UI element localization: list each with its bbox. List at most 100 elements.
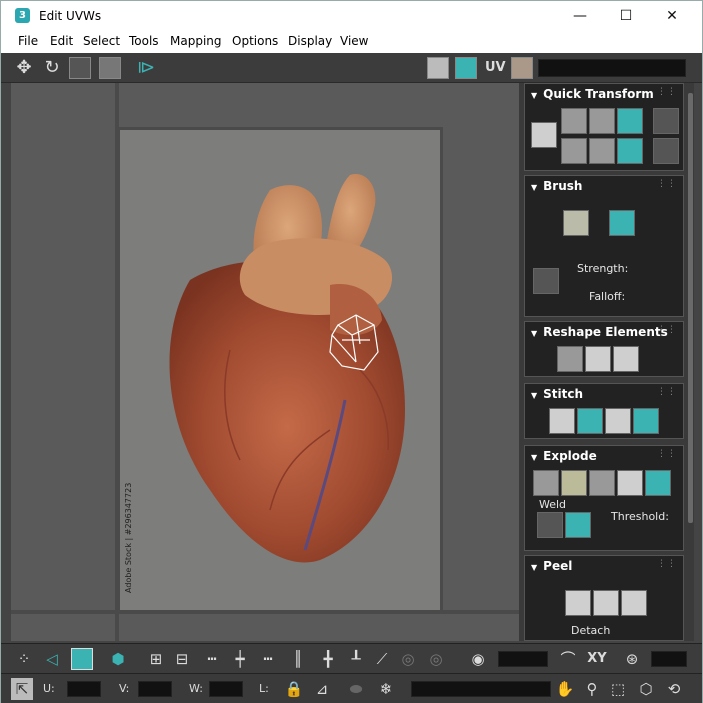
paint-move-icon[interactable] bbox=[563, 210, 589, 236]
menu-edit[interactable]: Edit bbox=[50, 34, 73, 48]
peel-reset-icon[interactable] bbox=[621, 590, 647, 616]
lock-icon[interactable]: 🔒 bbox=[283, 678, 305, 700]
align-center-icon[interactable] bbox=[589, 138, 615, 164]
absolute-offset-icon[interactable]: ⇱ bbox=[11, 678, 33, 700]
scrollbar-thumb[interactable] bbox=[688, 93, 693, 523]
edge-mode-icon[interactable]: ◁ bbox=[41, 648, 63, 670]
menu-display[interactable]: Display bbox=[288, 34, 332, 48]
straighten-icon[interactable] bbox=[557, 346, 583, 372]
ring-icon[interactable]: ║ bbox=[287, 648, 309, 670]
pan-icon[interactable]: ✋ bbox=[554, 678, 576, 700]
zoom-icon[interactable]: ⚲ bbox=[581, 678, 603, 700]
snap-icon[interactable]: ⟲ bbox=[663, 678, 685, 700]
hide-icon[interactable]: ⬬ bbox=[345, 678, 367, 700]
grow-selection-icon[interactable]: ⊞ bbox=[145, 648, 167, 670]
panel-scrollbar[interactable] bbox=[687, 83, 694, 641]
uv-viewport[interactable]: Adobe Stock | #296347723 bbox=[11, 83, 519, 641]
maximize-button[interactable]: ☐ bbox=[603, 1, 649, 31]
sync-icon[interactable]: ⊛ bbox=[621, 648, 643, 670]
flatten-icon[interactable] bbox=[613, 346, 639, 372]
menu-file[interactable]: File bbox=[18, 34, 38, 48]
heart-texture-image bbox=[169, 174, 405, 563]
minimize-button[interactable]: — bbox=[557, 1, 603, 31]
threshold-label: Threshold: bbox=[611, 510, 669, 523]
loop-grow-icon[interactable]: ┿ bbox=[229, 648, 251, 670]
soft-select-icon[interactable]: ◉ bbox=[467, 648, 489, 670]
align-left-icon[interactable] bbox=[561, 138, 587, 164]
relax-brush-icon[interactable] bbox=[609, 210, 635, 236]
uv-display-label[interactable]: UV bbox=[485, 60, 506, 75]
center-pivot-icon[interactable] bbox=[531, 122, 557, 148]
shrink-selection-icon[interactable]: ⊟ bbox=[171, 648, 193, 670]
v-field[interactable] bbox=[138, 681, 172, 697]
drag-handle-icon[interactable]: ⋮⋮ bbox=[657, 179, 677, 189]
paint-select-icon[interactable]: ⟋ bbox=[371, 648, 393, 670]
checker-icon[interactable] bbox=[427, 57, 449, 79]
peel-mode-icon[interactable] bbox=[593, 590, 619, 616]
rotate-cw-icon[interactable] bbox=[617, 138, 643, 164]
freeform-icon[interactable] bbox=[99, 57, 121, 79]
rotate-icon[interactable]: ↻ bbox=[41, 57, 63, 79]
top-toolbar: ✥ ↻ ⧐ UV bbox=[1, 53, 702, 83]
drag-handle-icon[interactable]: ⋮⋮ bbox=[657, 559, 677, 569]
menu-mapping[interactable]: Mapping bbox=[170, 34, 222, 48]
polygon-mode-icon[interactable] bbox=[71, 648, 93, 670]
paint-grow-icon[interactable]: ◎ bbox=[397, 648, 419, 670]
settings-icon[interactable] bbox=[511, 57, 533, 79]
relax-icon[interactable] bbox=[585, 346, 611, 372]
rotate-ccw-icon[interactable] bbox=[617, 108, 643, 134]
show-map-icon[interactable] bbox=[455, 57, 477, 79]
texture-dropdown[interactable] bbox=[538, 59, 686, 77]
u-label: U: bbox=[43, 682, 55, 695]
explode-checker-icon[interactable] bbox=[617, 470, 643, 496]
falloff-value[interactable] bbox=[651, 651, 687, 667]
ring-shrink-icon[interactable]: ┸ bbox=[345, 648, 367, 670]
w-field[interactable] bbox=[209, 681, 243, 697]
close-button[interactable]: ✕ bbox=[649, 1, 695, 31]
move-icon[interactable]: ✥ bbox=[13, 57, 35, 79]
drag-handle-icon[interactable]: ⋮⋮ bbox=[657, 325, 677, 335]
stitch-custom-icon[interactable] bbox=[549, 408, 575, 434]
ring-grow-icon[interactable]: ╋ bbox=[317, 648, 339, 670]
frame-selected-icon[interactable]: ⬡ bbox=[635, 678, 657, 700]
explode-faces-icon[interactable] bbox=[561, 470, 587, 496]
peel-quick-icon[interactable] bbox=[565, 590, 591, 616]
menu-tools[interactable]: Tools bbox=[129, 34, 159, 48]
weld-target-icon[interactable] bbox=[565, 512, 591, 538]
weld-selected-icon[interactable] bbox=[537, 512, 563, 538]
align-vertical-icon[interactable] bbox=[589, 108, 615, 134]
spacing-v-icon[interactable] bbox=[653, 138, 679, 164]
selection-filter-dropdown[interactable] bbox=[411, 681, 551, 697]
paint-shrink-icon[interactable]: ◎ bbox=[425, 648, 447, 670]
menu-select[interactable]: Select bbox=[83, 34, 120, 48]
element-mode-icon[interactable]: ⬢ bbox=[107, 648, 129, 670]
stitch-target-icon[interactable] bbox=[633, 408, 659, 434]
filter-icon[interactable]: ⊿ bbox=[311, 678, 333, 700]
drag-handle-icon[interactable]: ⋮⋮ bbox=[657, 387, 677, 397]
scale-icon[interactable] bbox=[69, 57, 91, 79]
freeze-icon[interactable]: ❄ bbox=[375, 678, 397, 700]
vertex-mode-icon[interactable]: ⁘ bbox=[13, 648, 35, 670]
break-icon[interactable] bbox=[533, 470, 559, 496]
falloff-curve-icon[interactable]: ⌒ bbox=[557, 648, 579, 670]
spacing-h-icon[interactable] bbox=[653, 108, 679, 134]
drag-handle-icon[interactable]: ⋮⋮ bbox=[657, 87, 677, 97]
soft-select-value[interactable] bbox=[498, 651, 548, 667]
stitch-average-icon[interactable] bbox=[605, 408, 631, 434]
explode-smooth-icon[interactable] bbox=[645, 470, 671, 496]
menu-view[interactable]: View bbox=[340, 34, 368, 48]
drag-handle-icon[interactable]: ⋮⋮ bbox=[657, 449, 677, 459]
stitch-source-icon[interactable] bbox=[577, 408, 603, 434]
loop-icon[interactable]: ┅ bbox=[201, 648, 223, 670]
brush-line-icon[interactable] bbox=[533, 268, 559, 294]
mirror-icon[interactable]: ⧐ bbox=[135, 57, 157, 79]
loop-shrink-icon[interactable]: ┅ bbox=[257, 648, 279, 670]
xy-space-toggle[interactable]: XY bbox=[583, 648, 611, 670]
strength-label: Strength: bbox=[577, 262, 629, 275]
detach-label: Detach bbox=[571, 624, 611, 637]
u-field[interactable] bbox=[67, 681, 101, 697]
zoom-region-icon[interactable]: ⬚ bbox=[607, 678, 629, 700]
menu-options[interactable]: Options bbox=[232, 34, 278, 48]
align-horizontal-icon[interactable] bbox=[561, 108, 587, 134]
explode-grid-icon[interactable] bbox=[589, 470, 615, 496]
